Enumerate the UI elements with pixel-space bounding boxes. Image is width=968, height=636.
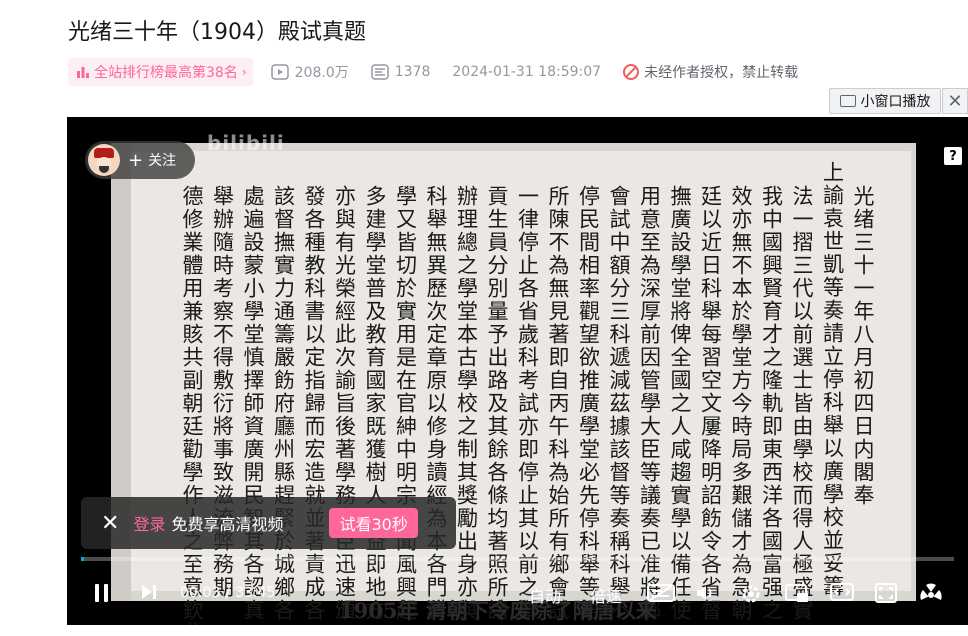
- ranking-icon: [77, 67, 89, 78]
- ban-icon: [623, 64, 640, 80]
- web-fullscreen-icon[interactable]: [875, 583, 897, 603]
- copyright-notice-text: 未经作者授权，禁止转载: [644, 65, 799, 81]
- uploader-avatar[interactable]: [88, 144, 120, 176]
- current-time: 00:03: [180, 585, 221, 601]
- speed-button[interactable]: 倍速: [590, 583, 622, 607]
- picture-in-picture-icon[interactable]: [785, 583, 809, 603]
- plus-icon: +: [128, 149, 144, 171]
- edict-column: 光绪三十一年八月初四日内閣奉: [851, 185, 875, 507]
- login-banner: ✕ 登录 免费享高清视频 试看30秒: [81, 497, 456, 549]
- progress-bar[interactable]: [81, 557, 954, 561]
- bilibili-watermark: bilibili: [207, 131, 285, 155]
- trial-button[interactable]: 试看30秒: [329, 508, 418, 538]
- next-icon[interactable]: [140, 583, 158, 601]
- danmaku-count-value: 1378: [394, 64, 431, 80]
- quality-button[interactable]: 自动: [529, 583, 561, 607]
- rank-badge[interactable]: 全站排行榜最高第38名 ›: [68, 58, 253, 86]
- follow-button[interactable]: + 关注: [85, 141, 195, 179]
- mini-player-label: 小窗口播放: [860, 94, 931, 110]
- publish-time: 2024-01-31 18:59:07: [452, 64, 602, 80]
- chevron-right-icon: ›: [241, 65, 247, 79]
- view-count: 208.0万: [270, 62, 349, 82]
- danmaku-count: 1378: [370, 64, 431, 80]
- play-count-icon: [270, 64, 289, 80]
- player-controls: 00:03 / 33:45 自动 倍速: [67, 569, 968, 619]
- view-count-value: 208.0万: [294, 65, 349, 81]
- close-icon[interactable]: ✕: [101, 511, 119, 536]
- duration: 33:45: [235, 585, 276, 601]
- fullscreen-icon[interactable]: [919, 583, 943, 607]
- subtitle-toggle-icon[interactable]: [647, 583, 675, 603]
- video-player[interactable]: 光绪三十一年八月初四日内閣奉 上諭袁世凱等奏請立停科舉以廣學校並妥籌 法一摺三代以前…: [67, 117, 968, 625]
- volume-icon[interactable]: [695, 583, 717, 603]
- help-badge[interactable]: ?: [944, 147, 962, 165]
- danmaku-icon: [370, 64, 389, 80]
- progress-fill: [81, 557, 85, 561]
- time-separator: /: [225, 585, 231, 601]
- login-promo-text: 免费享高清视频: [171, 515, 284, 534]
- edict-column: 上諭袁世凱等奏請立停科舉以廣學校並妥籌: [820, 161, 845, 598]
- login-link[interactable]: 登录: [133, 511, 165, 535]
- widescreen-icon[interactable]: [830, 583, 854, 601]
- video-title: 光绪三十年（1904）殿试真题: [68, 20, 366, 45]
- follow-label: 关注: [148, 153, 177, 169]
- time-display: 00:03 / 33:45: [180, 585, 275, 601]
- mini-player-close-button[interactable]: ✕: [942, 88, 968, 114]
- mini-player-button[interactable]: 小窗口播放: [829, 88, 941, 114]
- tv-icon: [839, 95, 856, 107]
- copyright-notice: 未经作者授权，禁止转载: [623, 62, 798, 82]
- settings-gear-icon[interactable]: [740, 583, 762, 605]
- pause-icon[interactable]: [93, 583, 111, 603]
- video-meta-row: 全站排行榜最高第38名 › 208.0万 1378 2024-01-31 18:…: [68, 58, 798, 86]
- rank-badge-label: 全站排行榜最高第38名: [94, 65, 238, 81]
